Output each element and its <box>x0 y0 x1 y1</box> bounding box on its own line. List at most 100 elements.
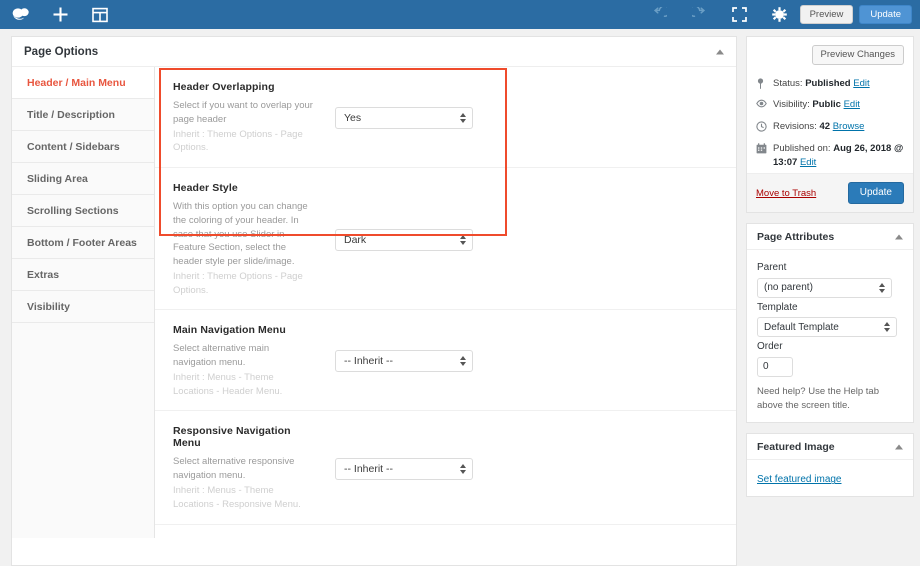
collapse-arrow-icon[interactable] <box>716 49 724 54</box>
parent-label: Parent <box>757 262 787 274</box>
published-on-text: Published on: Aug 26, 2018 @ 13:07 Edit <box>773 142 904 170</box>
field-label: Main Navigation Menu <box>173 324 286 337</box>
template-select-wrap: Default Template <box>757 317 897 338</box>
undo-icon[interactable] <box>640 0 680 29</box>
responsive-navigation-menu-select[interactable]: -- Inherit -- <box>335 457 473 480</box>
admin-content-wrap: Page Options Header / Main Menu Title / … <box>0 29 920 566</box>
order-input[interactable] <box>757 356 793 377</box>
sidebar-item-scrolling-sections[interactable]: Scrolling Sections <box>12 195 154 227</box>
field-label: Responsive Navigation Menu <box>173 425 291 450</box>
sidebar-item-visibility[interactable]: Visibility <box>12 291 154 323</box>
field-label: Header Overlapping <box>173 81 275 93</box>
sidebar-item-bottom-footer-areas[interactable]: Bottom / Footer Areas <box>12 227 154 259</box>
field-description-block: Header Style With this option you can ch… <box>173 182 325 297</box>
page-attributes-help-text: Need help? Use the Help tab above the sc… <box>757 385 879 411</box>
published-label: Published on: <box>773 142 831 154</box>
field-description-block: Header Overlapping Select if you want to… <box>173 81 325 155</box>
calendar-icon <box>756 142 773 154</box>
publish-box-actions: Preview Changes <box>747 37 913 73</box>
update-button-sidebar[interactable]: Update <box>847 182 904 205</box>
page-options-body: Header / Main Menu Title / Description C… <box>12 67 736 538</box>
page-attributes-title: Page Attributes <box>757 230 835 243</box>
field-header-overlapping: Header Overlapping Select if you want to… <box>155 67 736 169</box>
published-edit-link[interactable]: Edit <box>800 157 816 168</box>
revisions-clock-icon <box>756 120 773 132</box>
revisions-label: Revisions: <box>773 121 817 133</box>
sidebar-item-header-main-menu[interactable]: Header / Main Menu <box>12 67 154 99</box>
status-label: Status: <box>773 77 803 89</box>
add-new-icon[interactable] <box>40 0 80 29</box>
header-style-select[interactable]: Dark <box>335 228 473 251</box>
publish-box-footer: Move to Trash Update <box>747 173 913 213</box>
field-description-block: Main Navigation Menu Select alternative … <box>173 324 325 398</box>
status-text: Status: Published Edit <box>773 77 904 91</box>
page-attributes-header[interactable]: Page Attributes <box>747 224 913 251</box>
featured-image-title: Featured Image <box>757 440 835 453</box>
page-attributes-box: Page Attributes Parent (no parent) Templ… <box>746 223 914 424</box>
featured-image-body: Set featured image <box>747 460 913 496</box>
field-inherit-note: Inherit : Theme Options - Page Options. <box>173 128 303 154</box>
admin-bar-right: Preview Update <box>640 0 920 29</box>
order-label: Order <box>757 341 783 353</box>
wordpress-cloud-logo-icon[interactable] <box>0 0 40 29</box>
field-control-block: Yes <box>325 81 718 155</box>
admin-bar: Preview Update <box>0 0 920 29</box>
sidebar-item-sliding-area[interactable]: Sliding Area <box>12 163 154 195</box>
field-main-navigation-menu: Main Navigation Menu Select alternative … <box>155 310 736 412</box>
main-navigation-menu-select[interactable]: -- Inherit -- <box>335 350 473 373</box>
page-options-tab-list: Header / Main Menu Title / Description C… <box>12 67 155 538</box>
status-edit-link[interactable]: Edit <box>853 78 869 89</box>
fullscreen-icon[interactable] <box>720 0 760 29</box>
template-select[interactable]: Default Template <box>757 317 897 338</box>
status-value: Published <box>805 77 851 89</box>
page-title: Page Options <box>24 45 99 58</box>
preview-button[interactable]: Preview <box>799 4 854 25</box>
published-on-row: Published on: Aug 26, 2018 @ 13:07 Edit <box>747 138 913 174</box>
publish-box: Preview Changes Status: Published Edit V… <box>746 36 914 214</box>
page-options-fields: Header Overlapping Select if you want to… <box>155 67 736 538</box>
settings-gear-icon[interactable] <box>760 0 800 29</box>
field-menu-type: Menu Type With this option you can selec… <box>155 525 736 538</box>
responsive-navigation-menu-select-wrap: -- Inherit -- <box>335 457 473 480</box>
editor-sidebar: Preview Changes Status: Published Edit V… <box>746 36 914 507</box>
move-to-trash-link[interactable]: Move to Trash <box>756 188 816 199</box>
featured-image-header[interactable]: Featured Image <box>747 434 913 461</box>
collapse-arrow-icon[interactable] <box>895 444 903 450</box>
redo-icon[interactable] <box>680 0 720 29</box>
field-description-block: Responsive Navigation Menu Select altern… <box>173 425 325 511</box>
field-control-block: Dark <box>325 182 718 297</box>
template-label: Template <box>757 301 798 313</box>
sidebar-item-extras[interactable]: Extras <box>12 259 154 291</box>
status-row: Status: Published Edit <box>747 73 913 95</box>
page-attributes-body: Parent (no parent) Template Default Temp… <box>747 250 913 422</box>
visibility-row: Visibility: Public Edit <box>747 94 913 116</box>
field-header-style: Header Style With this option you can ch… <box>155 168 736 311</box>
header-style-select-wrap: Dark <box>335 228 473 251</box>
update-button-top[interactable]: Update <box>859 4 912 25</box>
revisions-browse-link[interactable]: Browse <box>833 121 865 132</box>
visibility-edit-link[interactable]: Edit <box>844 99 860 110</box>
sidebar-item-content-sidebars[interactable]: Content / Sidebars <box>12 131 154 163</box>
revisions-row: Revisions: 42 Browse <box>747 116 913 138</box>
field-control-block: -- Inherit -- <box>325 324 718 398</box>
revisions-value: 42 <box>819 121 831 133</box>
collapse-arrow-icon[interactable] <box>895 234 903 240</box>
sidebar-item-title-description[interactable]: Title / Description <box>12 99 154 131</box>
visibility-label: Visibility: <box>773 99 810 111</box>
field-description: Select if you want to overlap your page … <box>173 100 313 125</box>
field-description: Select alternative main navigation menu. <box>173 343 270 369</box>
page-options-header[interactable]: Page Options <box>12 37 736 67</box>
set-featured-image-link[interactable]: Set featured image <box>757 474 842 485</box>
main-navigation-menu-select-wrap: -- Inherit -- <box>335 350 473 373</box>
post-status-pin-icon <box>756 77 773 89</box>
header-overlapping-select-wrap: Yes <box>335 107 473 130</box>
field-description: With this option you can change the colo… <box>173 201 308 268</box>
preview-changes-button[interactable]: Preview Changes <box>811 45 904 65</box>
field-label: Header Style <box>173 182 238 195</box>
parent-select[interactable]: (no parent) <box>757 277 892 298</box>
header-overlapping-select[interactable]: Yes <box>335 107 473 130</box>
layout-builder-icon[interactable] <box>80 0 120 29</box>
field-description: Select alternative responsive navigation… <box>173 456 295 482</box>
admin-bar-left <box>0 0 120 29</box>
field-inherit-note: Inherit : Theme Options - Page Options. <box>173 270 303 296</box>
